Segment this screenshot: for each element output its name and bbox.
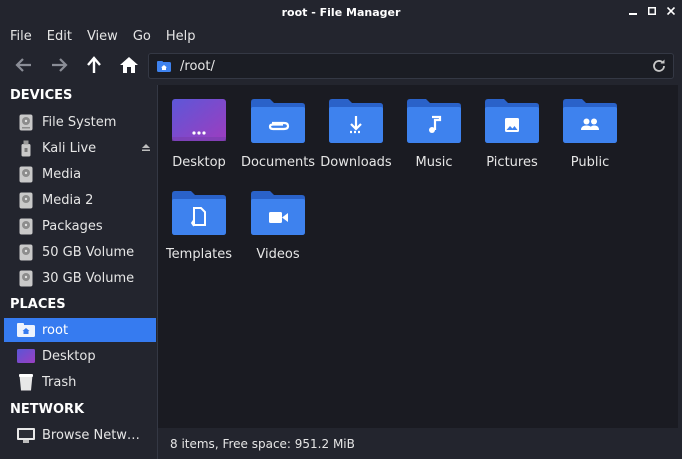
home-folder-icon xyxy=(157,60,171,72)
documents-folder-icon xyxy=(251,99,305,143)
sidebar-item-root[interactable]: root xyxy=(4,318,156,342)
sidebar-item-30gb-volume[interactable]: 30 GB Volume xyxy=(4,266,156,290)
title-bar: root - File Manager xyxy=(0,0,682,24)
status-bar: 8 items, Free space: 951.2 MiB xyxy=(157,428,678,459)
sidebar-item-file-system[interactable]: File System xyxy=(4,110,156,134)
sidebar-item-label: File System xyxy=(42,114,117,130)
maximize-button[interactable] xyxy=(647,4,657,18)
home-button[interactable] xyxy=(117,53,141,77)
close-button[interactable] xyxy=(666,4,676,18)
window-title: root - File Manager xyxy=(281,5,401,19)
location-path: /root/ xyxy=(180,58,215,74)
menu-go[interactable]: Go xyxy=(133,29,151,44)
window-controls xyxy=(628,4,676,18)
network-monitor-icon xyxy=(16,426,36,444)
menu-edit[interactable]: Edit xyxy=(47,29,72,44)
home-icon xyxy=(120,57,138,73)
sidebar-item-media[interactable]: Media xyxy=(4,162,156,186)
places-heading: PLACES xyxy=(10,297,66,312)
file-item-documents[interactable]: Documents xyxy=(239,85,317,170)
file-item-desktop[interactable]: Desktop xyxy=(160,85,238,170)
menu-file[interactable]: File xyxy=(10,29,32,44)
minimize-icon xyxy=(629,13,637,15)
eject-icon[interactable] xyxy=(142,144,150,151)
desktop-icon xyxy=(16,347,36,365)
arrow-left-icon xyxy=(15,58,31,72)
sidebar-item-label: Media xyxy=(42,166,82,182)
back-button[interactable] xyxy=(12,53,36,77)
sidebar: DEVICES File System Kali Live Media Medi… xyxy=(0,84,156,459)
pictures-folder-icon xyxy=(485,99,539,143)
refresh-icon[interactable] xyxy=(651,58,667,74)
sidebar-item-browse-network[interactable]: Browse Netw… xyxy=(4,423,156,447)
sidebar-item-label: Desktop xyxy=(42,348,96,364)
arrow-up-icon xyxy=(87,56,101,73)
devices-heading: DEVICES xyxy=(10,88,73,103)
public-folder-icon xyxy=(563,99,617,143)
downloads-folder-icon xyxy=(329,99,383,143)
status-text: 8 items, Free space: 951.2 MiB xyxy=(170,436,355,451)
file-item-downloads[interactable]: Downloads xyxy=(317,85,395,170)
sidebar-item-label: Media 2 xyxy=(42,192,94,208)
menu-view[interactable]: View xyxy=(87,29,118,44)
location-bar[interactable]: /root/ xyxy=(148,53,674,79)
network-heading: NETWORK xyxy=(10,402,85,417)
drive-icon xyxy=(16,165,36,183)
sidebar-item-label: Packages xyxy=(42,218,103,234)
forward-button[interactable] xyxy=(47,53,71,77)
trash-icon xyxy=(16,373,36,391)
maximize-icon xyxy=(648,7,656,15)
sidebar-item-label: 50 GB Volume xyxy=(42,244,135,260)
file-item-public[interactable]: Public xyxy=(551,85,629,170)
file-name: Videos xyxy=(256,247,300,262)
sidebar-item-label: root xyxy=(42,322,69,338)
sidebar-item-trash[interactable]: Trash xyxy=(4,370,156,394)
file-view[interactable]: Desktop Documents Downloads Music Pictur… xyxy=(157,85,678,428)
drive-icon xyxy=(16,269,36,287)
sidebar-item-label: Trash xyxy=(42,374,77,390)
drive-icon xyxy=(16,217,36,235)
file-item-pictures[interactable]: Pictures xyxy=(473,85,551,170)
music-folder-icon xyxy=(407,99,461,143)
templates-folder-icon xyxy=(172,191,226,235)
menu-help[interactable]: Help xyxy=(166,29,196,44)
file-item-music[interactable]: Music xyxy=(395,85,473,170)
sidebar-item-media-2[interactable]: Media 2 xyxy=(4,188,156,212)
sidebar-item-kali-live[interactable]: Kali Live xyxy=(4,136,156,160)
arrow-right-icon xyxy=(52,58,68,72)
sidebar-item-label: 30 GB Volume xyxy=(42,270,135,286)
file-item-templates[interactable]: Templates xyxy=(160,177,238,262)
drive-icon xyxy=(16,191,36,209)
sidebar-item-label: Kali Live xyxy=(42,140,97,156)
file-item-videos[interactable]: Videos xyxy=(239,177,317,262)
file-name: Public xyxy=(570,155,610,170)
sidebar-item-50gb-volume[interactable]: 50 GB Volume xyxy=(4,240,156,264)
sidebar-item-label: Browse Netw… xyxy=(42,427,140,443)
desktop-folder-icon xyxy=(172,99,226,141)
minimize-button[interactable] xyxy=(628,4,638,18)
close-icon xyxy=(667,7,675,15)
sidebar-item-desktop[interactable]: Desktop xyxy=(4,344,156,368)
up-button[interactable] xyxy=(82,53,106,77)
harddisk-icon xyxy=(16,113,36,131)
usb-drive-icon xyxy=(16,139,36,157)
home-folder-icon xyxy=(16,321,36,339)
toolbar: /root/ xyxy=(0,48,682,84)
drive-icon xyxy=(16,243,36,261)
menu-bar: File Edit View Go Help xyxy=(0,24,682,48)
videos-folder-icon xyxy=(251,191,305,235)
sidebar-item-packages[interactable]: Packages xyxy=(4,214,156,238)
